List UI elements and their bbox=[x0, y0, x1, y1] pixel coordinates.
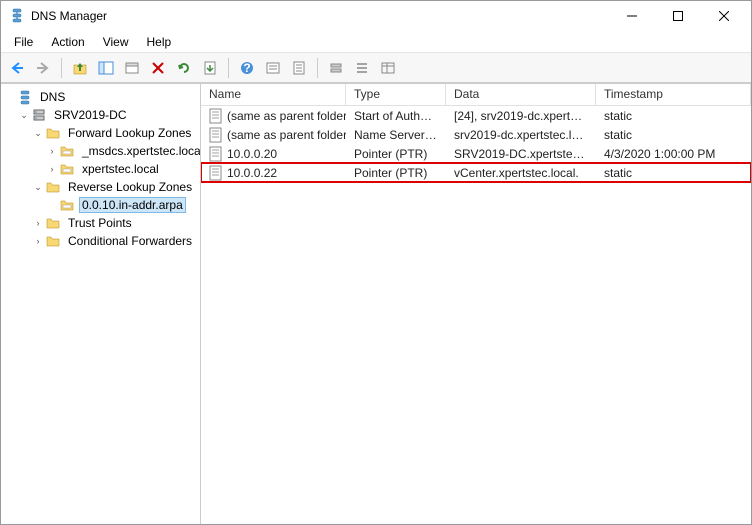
tree-forward-zones[interactable]: ⌄ Forward Lookup Zones bbox=[1, 124, 200, 142]
cell-type: Start of Authori... bbox=[346, 107, 446, 125]
cell-data: SRV2019-DC.xpertstec.lo... bbox=[446, 145, 596, 163]
chevron-right-icon[interactable]: › bbox=[31, 234, 45, 248]
tree-server[interactable]: ⌄ SRV2019-DC bbox=[1, 106, 200, 124]
new-window-button[interactable] bbox=[120, 56, 144, 80]
maximize-button[interactable] bbox=[655, 1, 701, 31]
chevron-right-icon[interactable]: › bbox=[45, 162, 59, 176]
delete-button[interactable] bbox=[146, 56, 170, 80]
zone-icon bbox=[59, 197, 75, 213]
refresh-button[interactable] bbox=[172, 56, 196, 80]
list-row[interactable]: 10.0.0.20Pointer (PTR)SRV2019-DC.xpertst… bbox=[201, 144, 751, 163]
tree-conditional-forwarders[interactable]: › Conditional Forwarders bbox=[1, 232, 200, 250]
toolbar-separator bbox=[61, 58, 62, 78]
menu-file[interactable]: File bbox=[5, 32, 42, 52]
tree-label: Forward Lookup Zones bbox=[65, 125, 194, 141]
tree-label: Conditional Forwarders bbox=[65, 233, 195, 249]
cell-timestamp: static bbox=[596, 126, 751, 144]
tree-label: SRV2019-DC bbox=[51, 107, 129, 123]
toolbar-separator bbox=[228, 58, 229, 78]
forward-button[interactable] bbox=[31, 56, 55, 80]
tree-label: DNS bbox=[37, 89, 68, 105]
folder-icon bbox=[45, 125, 61, 141]
column-timestamp[interactable]: Timestamp bbox=[596, 84, 751, 105]
cell-timestamp: static bbox=[596, 107, 751, 125]
cell-type: Pointer (PTR) bbox=[346, 145, 446, 163]
menu-action[interactable]: Action bbox=[42, 32, 93, 52]
tree-zone-reverse-selected[interactable]: 0.0.10.in-addr.arpa bbox=[1, 196, 200, 214]
main-area: DNS ⌄ SRV2019-DC ⌄ Forward Lookup Zones bbox=[1, 83, 751, 524]
dns-icon bbox=[17, 89, 33, 105]
window-title: DNS Manager bbox=[31, 9, 609, 23]
tree-label: 0.0.10.in-addr.arpa bbox=[79, 197, 186, 213]
close-button[interactable] bbox=[701, 1, 747, 31]
filter-button[interactable] bbox=[261, 56, 285, 80]
folder-icon bbox=[45, 233, 61, 249]
cell-data: vCenter.xpertstec.local. bbox=[446, 164, 596, 182]
list-body[interactable]: (same as parent folder)Start of Authori.… bbox=[201, 106, 751, 524]
chevron-right-icon[interactable]: › bbox=[45, 144, 59, 158]
export-button[interactable] bbox=[198, 56, 222, 80]
show-hide-tree-button[interactable] bbox=[94, 56, 118, 80]
folder-icon bbox=[45, 215, 61, 231]
blank-toggle bbox=[45, 198, 59, 212]
tree-label: _msdcs.xpertstec.local bbox=[79, 143, 201, 159]
svg-text:?: ? bbox=[243, 61, 250, 75]
chevron-down-icon[interactable]: ⌄ bbox=[17, 108, 31, 122]
list-header: Name Type Data Timestamp bbox=[201, 84, 751, 106]
chevron-right-icon[interactable]: › bbox=[31, 216, 45, 230]
detail-icon-button[interactable] bbox=[376, 56, 400, 80]
toolbar-separator bbox=[317, 58, 318, 78]
up-button[interactable] bbox=[68, 56, 92, 80]
tree-trust-points[interactable]: › Trust Points bbox=[1, 214, 200, 232]
list-row[interactable]: (same as parent folder)Start of Authori.… bbox=[201, 106, 751, 125]
tree-label: Reverse Lookup Zones bbox=[65, 179, 195, 195]
help-button[interactable]: ? bbox=[235, 56, 259, 80]
list-row[interactable]: (same as parent folder)Name Server (...s… bbox=[201, 125, 751, 144]
tree-pane[interactable]: DNS ⌄ SRV2019-DC ⌄ Forward Lookup Zones bbox=[1, 84, 201, 524]
properties-button[interactable] bbox=[287, 56, 311, 80]
cell-name: (same as parent folder) bbox=[201, 106, 346, 126]
column-data[interactable]: Data bbox=[446, 84, 596, 105]
back-button[interactable] bbox=[5, 56, 29, 80]
tree-label: xpertstec.local bbox=[79, 161, 162, 177]
zone-icon bbox=[59, 161, 75, 177]
tree-label: Trust Points bbox=[65, 215, 135, 231]
cell-type: Pointer (PTR) bbox=[346, 164, 446, 182]
tree-zone-msdcs[interactable]: › _msdcs.xpertstec.local bbox=[1, 142, 200, 160]
chevron-down-icon[interactable]: ⌄ bbox=[31, 126, 45, 140]
list-icon-button[interactable] bbox=[350, 56, 374, 80]
app-icon bbox=[9, 8, 25, 24]
menu-view[interactable]: View bbox=[94, 32, 138, 52]
zone-icon bbox=[59, 143, 75, 159]
window-controls bbox=[609, 1, 747, 31]
list-row[interactable]: 10.0.0.22Pointer (PTR)vCenter.xpertstec.… bbox=[201, 163, 751, 182]
cell-name: 10.0.0.20 bbox=[201, 144, 346, 164]
server-icon bbox=[31, 107, 47, 123]
tree-reverse-zones[interactable]: ⌄ Reverse Lookup Zones bbox=[1, 178, 200, 196]
cell-name: 10.0.0.22 bbox=[201, 163, 346, 183]
cell-timestamp: static bbox=[596, 164, 751, 182]
toolbar: ? bbox=[1, 53, 751, 83]
column-name[interactable]: Name bbox=[201, 84, 346, 105]
tree-root-dns[interactable]: DNS bbox=[1, 88, 200, 106]
menu-help[interactable]: Help bbox=[138, 32, 181, 52]
folder-icon bbox=[45, 179, 61, 195]
cell-type: Name Server (... bbox=[346, 126, 446, 144]
cell-name: (same as parent folder) bbox=[201, 125, 346, 145]
titlebar: DNS Manager bbox=[1, 1, 751, 31]
cell-data: srv2019-dc.xpertstec.local. bbox=[446, 126, 596, 144]
menubar: File Action View Help bbox=[1, 31, 751, 53]
minimize-button[interactable] bbox=[609, 1, 655, 31]
chevron-icon bbox=[3, 90, 17, 104]
chevron-down-icon[interactable]: ⌄ bbox=[31, 180, 45, 194]
tree-zone-xpertstec[interactable]: › xpertstec.local bbox=[1, 160, 200, 178]
list-pane: Name Type Data Timestamp (same as parent… bbox=[201, 84, 751, 524]
column-type[interactable]: Type bbox=[346, 84, 446, 105]
cell-timestamp: 4/3/2020 1:00:00 PM bbox=[596, 145, 751, 163]
server-icon-button[interactable] bbox=[324, 56, 348, 80]
cell-data: [24], srv2019-dc.xpertste... bbox=[446, 107, 596, 125]
